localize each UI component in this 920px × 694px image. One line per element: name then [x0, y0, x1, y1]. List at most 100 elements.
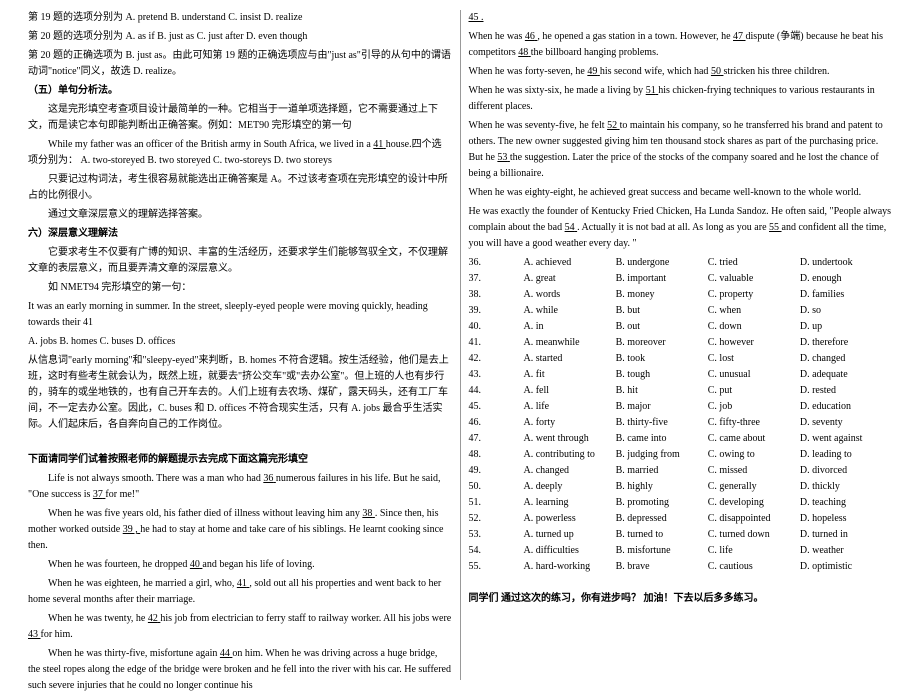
cloze-sentence: When he was five years old, his father d… — [28, 506, 452, 554]
blank-41: 41 — [373, 139, 386, 150]
text-paragraph: 它要求考生不仅要有广博的知识、丰富的生活经历，还要求学生们能够驾驭全文，不仅理解… — [28, 245, 452, 277]
blank-43: 43 — [28, 629, 41, 640]
option-row-52: 52.A. powerlessB. depressedC. disappoint… — [469, 511, 893, 527]
option-row-42: 42.A. startedB. tookC. lostD. changed — [469, 351, 893, 367]
option-a: A. hard-working — [524, 559, 616, 575]
cloze-sentence: When he was 46 , he opened a gas station… — [469, 29, 893, 61]
option-d: D. optimistic — [800, 559, 892, 575]
text: When he was eighteen, he married a girl,… — [48, 578, 237, 589]
option-b: B. depressed — [616, 511, 708, 527]
option-c: C. disappointed — [708, 511, 800, 527]
option-d: D. seventy — [800, 415, 892, 431]
text-paragraph: 从信息词"early morning"和"sleepy-eyed"来判断，B. … — [28, 353, 452, 433]
blank-40: 40 — [190, 559, 203, 570]
cloze-sentence: When he was eighteen, he married a girl,… — [28, 576, 452, 608]
option-a: A. turned up — [524, 527, 616, 543]
option-number: 46. — [469, 415, 524, 431]
cloze-sentence: Life is not always smooth. There was a m… — [28, 471, 452, 503]
option-a: A. went through — [524, 431, 616, 447]
option-number: 48. — [469, 447, 524, 463]
text: for me!" — [105, 489, 139, 500]
blank-55: 55 — [769, 222, 782, 233]
option-b: B. money — [616, 287, 708, 303]
option-c: C. turned down — [708, 527, 800, 543]
option-c: C. developing — [708, 495, 800, 511]
option-a: A. achieved — [524, 255, 616, 271]
option-c: C. life — [708, 543, 800, 559]
cloze-sentence: When he was sixty-six, he made a living … — [469, 83, 893, 115]
option-row-36: 36.A. achievedB. undergoneC. triedD. und… — [469, 255, 893, 271]
cloze-sentence: He was exactly the founder of Kentucky F… — [469, 204, 893, 252]
option-row-45: 45.A. lifeB. majorC. jobD. education — [469, 399, 893, 415]
option-d: D. teaching — [800, 495, 892, 511]
left-column: 第 19 题的选项分别为 A. pretend B. understand C.… — [20, 10, 461, 680]
option-d: D. education — [800, 399, 892, 415]
option-a: A. changed — [524, 463, 616, 479]
blank-48: 48 — [518, 47, 531, 58]
option-b: B. but — [616, 303, 708, 319]
text-line: 第 20 题的选项分别为 A. as if B. just as C. just… — [28, 29, 452, 45]
option-d: D. families — [800, 287, 892, 303]
option-number: 42. — [469, 351, 524, 367]
blank-44: 44 — [220, 648, 233, 659]
option-b: B. married — [616, 463, 708, 479]
option-row-48: 48.A. contributing toB. judging fromC. o… — [469, 447, 893, 463]
option-d: D. undertook — [800, 255, 892, 271]
blank-50: 50 — [711, 66, 724, 77]
text-line: 第 19 题的选项分别为 A. pretend B. understand C.… — [28, 10, 452, 26]
text: and began his life of loving. — [202, 559, 314, 570]
blank-42: 42 — [148, 613, 161, 624]
option-b: B. important — [616, 271, 708, 287]
option-row-39: 39.A. whileB. butC. whenD. so — [469, 303, 893, 319]
option-d: D. weather — [800, 543, 892, 559]
text: When he was sixty-six, he made a living … — [469, 85, 646, 96]
option-row-46: 46.A. fortyB. thirty-fiveC. fifty-threeD… — [469, 415, 893, 431]
cloze-sentence: When he was seventy-five, he felt 52 to … — [469, 118, 893, 182]
text: for him. — [41, 629, 73, 640]
option-d: D. leading to — [800, 447, 892, 463]
text: the suggestion. Later the price of the s… — [469, 152, 879, 179]
option-b: B. tough — [616, 367, 708, 383]
exercise-heading: 下面请同学们试着按照老师的解题提示去完成下面这篇完形填空 — [28, 452, 452, 468]
option-number: 52. — [469, 511, 524, 527]
text-paragraph: 只要记过构词法，考生很容易就能选出正确答案是 A。不过该考查项在完形填空的设计中… — [28, 172, 452, 204]
option-row-51: 51.A. learningB. promotingC. developingD… — [469, 495, 893, 511]
option-b: B. major — [616, 399, 708, 415]
option-number: 45. — [469, 399, 524, 415]
blank-52: 52 — [607, 120, 620, 131]
blank-46: 46 — [525, 31, 538, 42]
option-number: 43. — [469, 367, 524, 383]
option-c: C. however — [708, 335, 800, 351]
section-heading: 六）深层意义理解法 — [28, 226, 452, 242]
text: Life is not always smooth. There was a m… — [48, 473, 263, 484]
option-number: 47. — [469, 431, 524, 447]
option-a: A. learning — [524, 495, 616, 511]
option-a: A. while — [524, 303, 616, 319]
option-row-44: 44.A. fellB. hitC. putD. rested — [469, 383, 893, 399]
cloze-sentence: When he was thirty-five, misfortune agai… — [28, 646, 452, 694]
cloze-sentence: When he was fourteen, he dropped 40 and … — [28, 557, 452, 573]
option-b: B. out — [616, 319, 708, 335]
option-d: D. therefore — [800, 335, 892, 351]
text: When he was seventy-five, he felt — [469, 120, 608, 131]
option-c: C. down — [708, 319, 800, 335]
section-heading: （五）单句分析法。 — [28, 83, 452, 99]
text: When he was twenty, he — [48, 613, 148, 624]
option-number: 53. — [469, 527, 524, 543]
cloze-sentence: When he was twenty, he 42 his job from e… — [28, 611, 452, 643]
option-number: 36. — [469, 255, 524, 271]
option-b: B. judging from — [616, 447, 708, 463]
option-c: C. tried — [708, 255, 800, 271]
option-a: A. life — [524, 399, 616, 415]
option-row-53: 53.A. turned upB. turned toC. turned dow… — [469, 527, 893, 543]
text-paragraph: 通过文章深层意义的理解选择答案。 — [28, 207, 452, 223]
option-row-38: 38.A. wordsB. moneyC. propertyD. familie… — [469, 287, 893, 303]
text-paragraph: When he was eighty-eight, he achieved gr… — [469, 185, 893, 201]
option-a: A. great — [524, 271, 616, 287]
option-d: D. thickly — [800, 479, 892, 495]
text-paragraph: 这是完形填空考查项目设计最简单的一种。它相当于一道单项选择题，它不需要通过上下文… — [28, 102, 452, 134]
option-number: 40. — [469, 319, 524, 335]
option-c: C. lost — [708, 351, 800, 367]
text: his second wife, which had — [600, 66, 711, 77]
option-number: 49. — [469, 463, 524, 479]
